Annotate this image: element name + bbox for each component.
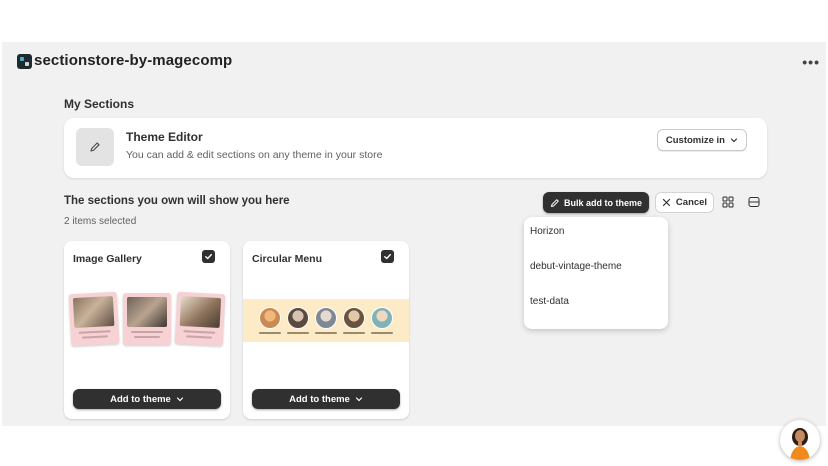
- theme-dropdown: Horizon debut-vintage-theme test-data: [524, 217, 668, 329]
- card-checkbox[interactable]: [202, 250, 215, 263]
- add-to-theme-button[interactable]: Add to theme: [73, 389, 221, 409]
- dropdown-item-test-data[interactable]: test-data: [530, 296, 569, 307]
- circle-menu-caption: [315, 332, 337, 334]
- gallery-image: [179, 295, 222, 329]
- owned-sections-heading: The sections you own will show you here: [64, 195, 290, 207]
- circle-menu-image: [315, 307, 337, 329]
- chevron-down-icon: [730, 138, 738, 143]
- add-to-theme-label: Add to theme: [110, 393, 171, 405]
- items-selected-text: 2 items selected: [64, 216, 137, 227]
- circle-menu-caption: [343, 332, 365, 334]
- more-icon[interactable]: •••: [802, 54, 820, 70]
- dropdown-item-debut-vintage-theme[interactable]: debut-vintage-theme: [530, 261, 622, 272]
- gallery-tile: [174, 291, 226, 347]
- circle-menu-image: [371, 307, 393, 329]
- app-frame: sectionstore-by-magecomp ••• My Sections…: [2, 42, 826, 460]
- customize-in-button[interactable]: Customize in: [656, 129, 747, 151]
- app-title: sectionstore-by-magecomp: [34, 52, 233, 69]
- theme-editor-icon: [76, 128, 114, 166]
- close-icon: [662, 198, 671, 207]
- card-title: Image Gallery: [73, 253, 142, 265]
- bulk-add-to-theme-button[interactable]: Bulk add to theme: [543, 192, 649, 213]
- gallery-caption-line: [186, 335, 213, 339]
- circle-menu-image: [343, 307, 365, 329]
- list-view-glyph: [748, 197, 760, 207]
- chevron-down-icon: [176, 397, 183, 402]
- cancel-label: Cancel: [675, 197, 708, 208]
- add-to-theme-label: Add to theme: [289, 393, 350, 405]
- support-avatar[interactable]: [780, 420, 820, 460]
- gallery-caption-line: [183, 330, 216, 334]
- pencil-icon: [550, 198, 559, 207]
- theme-editor-card: Theme Editor You can add & edit sections…: [64, 118, 767, 178]
- app-header: sectionstore-by-magecomp •••: [2, 42, 826, 82]
- bulk-add-label: Bulk add to theme: [563, 197, 642, 208]
- circle-menu-caption: [371, 332, 393, 334]
- grid-view-glyph: [722, 196, 734, 208]
- list-view-icon[interactable]: [747, 195, 761, 209]
- image-gallery-preview: [68, 291, 226, 351]
- my-sections-heading: My Sections: [64, 97, 135, 111]
- checkmark-icon: [384, 253, 391, 260]
- gallery-image: [72, 295, 115, 329]
- pencil-icon: [90, 142, 100, 152]
- gallery-caption-line: [131, 331, 163, 333]
- grid-view-icon[interactable]: [721, 195, 735, 209]
- circle-menu-image: [287, 307, 309, 329]
- gallery-tile: [123, 293, 171, 345]
- gallery-caption-line: [78, 330, 111, 334]
- section-card-circular-menu[interactable]: Circular Menu Add to theme: [243, 241, 409, 419]
- card-title: Circular Menu: [252, 253, 323, 265]
- cancel-button[interactable]: Cancel: [655, 192, 714, 213]
- chevron-down-icon: [355, 397, 362, 402]
- gallery-caption-line: [134, 336, 160, 338]
- dropdown-item-horizon[interactable]: Horizon: [530, 226, 564, 237]
- checkmark-icon: [205, 253, 212, 260]
- app-logo-icon: [17, 54, 32, 69]
- section-card-image-gallery[interactable]: Image Gallery Add to theme: [64, 241, 230, 419]
- gallery-image: [127, 297, 167, 327]
- theme-editor-title: Theme Editor: [126, 130, 203, 144]
- circle-menu-caption: [259, 332, 281, 334]
- circle-menu-image: [259, 307, 281, 329]
- card-checkbox[interactable]: [381, 250, 394, 263]
- circular-menu-preview: [243, 299, 409, 342]
- add-to-theme-button[interactable]: Add to theme: [252, 389, 400, 409]
- gallery-tile: [68, 291, 120, 347]
- customize-in-label: Customize in: [665, 134, 725, 146]
- theme-editor-description: You can add & edit sections on any theme…: [126, 149, 383, 161]
- circle-menu-caption: [287, 332, 309, 334]
- support-avatar-image: [790, 428, 810, 460]
- gallery-caption-line: [81, 335, 108, 339]
